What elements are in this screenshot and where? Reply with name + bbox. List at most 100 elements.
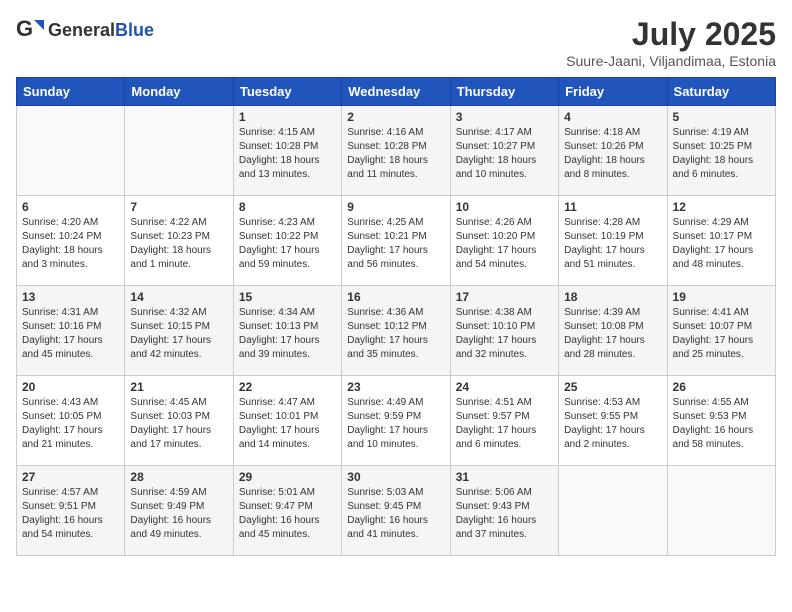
calendar-cell: 15Sunrise: 4:34 AMSunset: 10:13 PMDaylig… <box>233 286 341 376</box>
calendar-week-row: 27 Sunrise: 4:57 AMSunset: 9:51 PMDayligh… <box>17 466 776 556</box>
day-detail: Sunrise: 5:01 AMSunset: 9:47 PMDaylight:… <box>239 486 336 542</box>
day-detail: Sunrise: 5:03 AMSunset: 9:45 PMDaylight:… <box>347 486 444 542</box>
calendar-cell: 25 Sunrise: 4:53 AMSunset: 9:55 PMDayligh… <box>559 376 667 466</box>
calendar-cell: 14Sunrise: 4:32 AMSunset: 10:15 PMDaylig… <box>125 286 233 376</box>
day-number: 22 <box>239 380 336 394</box>
calendar-cell: 28 Sunrise: 4:59 AMSunset: 9:49 PMDayligh… <box>125 466 233 556</box>
calendar-cell: 16 Sunrise: 4:36 AMSunset: 10:12 PMDaylig… <box>342 286 450 376</box>
day-number: 2 <box>347 110 444 124</box>
day-of-week-header: Friday <box>559 78 667 106</box>
calendar-cell: 23 Sunrise: 4:49 AMSunset: 9:59 PMDayligh… <box>342 376 450 466</box>
day-detail: Sunrise: 4:39 AMSunset: 10:08 PMDaylight… <box>564 306 661 362</box>
day-detail: Sunrise: 5:06 AMSunset: 9:43 PMDaylight:… <box>456 486 553 542</box>
day-number: 6 <box>22 200 119 214</box>
day-number: 9 <box>347 200 444 214</box>
day-of-week-header: Tuesday <box>233 78 341 106</box>
calendar-week-row: 20 Sunrise: 4:43 AMSunset: 10:05 PMDaylig… <box>17 376 776 466</box>
calendar-week-row: 1Sunrise: 4:15 AMSunset: 10:28 PMDayligh… <box>17 106 776 196</box>
month-year-title: July 2025 <box>566 16 776 53</box>
calendar-cell: 13 Sunrise: 4:31 AMSunset: 10:16 PMDaylig… <box>17 286 125 376</box>
day-detail: Sunrise: 4:43 AMSunset: 10:05 PMDaylight… <box>22 396 119 452</box>
logo: G GeneralBlue <box>16 16 154 44</box>
calendar-cell <box>125 106 233 196</box>
day-number: 11 <box>564 200 661 214</box>
day-number: 24 <box>456 380 553 394</box>
calendar-cell <box>17 106 125 196</box>
calendar-cell: 27 Sunrise: 4:57 AMSunset: 9:51 PMDayligh… <box>17 466 125 556</box>
calendar-week-row: 13 Sunrise: 4:31 AMSunset: 10:16 PMDaylig… <box>17 286 776 376</box>
day-number: 5 <box>673 110 770 124</box>
day-detail: Sunrise: 4:17 AMSunset: 10:27 PMDaylight… <box>456 126 553 182</box>
calendar-cell: 10Sunrise: 4:26 AMSunset: 10:20 PMDaylig… <box>450 196 558 286</box>
day-of-week-header: Wednesday <box>342 78 450 106</box>
day-number: 12 <box>673 200 770 214</box>
day-detail: Sunrise: 4:31 AMSunset: 10:16 PMDaylight… <box>22 306 119 362</box>
day-detail: Sunrise: 4:53 AMSunset: 9:55 PMDaylight:… <box>564 396 661 452</box>
day-number: 3 <box>456 110 553 124</box>
day-number: 25 <box>564 380 661 394</box>
day-number: 26 <box>673 380 770 394</box>
calendar-cell: 5 Sunrise: 4:19 AMSunset: 10:25 PMDayligh… <box>667 106 775 196</box>
day-number: 20 <box>22 380 119 394</box>
calendar-cell: 26Sunrise: 4:55 AMSunset: 9:53 PMDayligh… <box>667 376 775 466</box>
day-detail: Sunrise: 4:16 AMSunset: 10:28 PMDaylight… <box>347 126 444 182</box>
day-of-week-header: Sunday <box>17 78 125 106</box>
day-number: 27 <box>22 470 119 484</box>
calendar-cell: 24 Sunrise: 4:51 AMSunset: 9:57 PMDayligh… <box>450 376 558 466</box>
calendar-header: SundayMondayTuesdayWednesdayThursdayFrid… <box>17 78 776 106</box>
day-number: 13 <box>22 290 119 304</box>
day-number: 29 <box>239 470 336 484</box>
day-detail: Sunrise: 4:41 AMSunset: 10:07 PMDaylight… <box>673 306 770 362</box>
day-detail: Sunrise: 4:57 AMSunset: 9:51 PMDaylight:… <box>22 486 119 542</box>
calendar-cell: 8 Sunrise: 4:23 AMSunset: 10:22 PMDayligh… <box>233 196 341 286</box>
calendar-cell: 1Sunrise: 4:15 AMSunset: 10:28 PMDayligh… <box>233 106 341 196</box>
day-detail: Sunrise: 4:23 AMSunset: 10:22 PMDaylight… <box>239 216 336 272</box>
svg-text:G: G <box>16 16 33 41</box>
day-detail: Sunrise: 4:51 AMSunset: 9:57 PMDaylight:… <box>456 396 553 452</box>
calendar-cell: 30Sunrise: 5:03 AMSunset: 9:45 PMDayligh… <box>342 466 450 556</box>
header-row: SundayMondayTuesdayWednesdayThursdayFrid… <box>17 78 776 106</box>
calendar-cell: 31 Sunrise: 5:06 AMSunset: 9:43 PMDayligh… <box>450 466 558 556</box>
day-number: 18 <box>564 290 661 304</box>
day-number: 21 <box>130 380 227 394</box>
day-detail: Sunrise: 4:22 AMSunset: 10:23 PMDaylight… <box>130 216 227 272</box>
calendar-cell: 6 Sunrise: 4:20 AMSunset: 10:24 PMDayligh… <box>17 196 125 286</box>
day-number: 31 <box>456 470 553 484</box>
calendar-cell: 7Sunrise: 4:22 AMSunset: 10:23 PMDayligh… <box>125 196 233 286</box>
day-number: 28 <box>130 470 227 484</box>
day-number: 4 <box>564 110 661 124</box>
calendar-cell: 2 Sunrise: 4:16 AMSunset: 10:28 PMDayligh… <box>342 106 450 196</box>
calendar-body: 1Sunrise: 4:15 AMSunset: 10:28 PMDayligh… <box>17 106 776 556</box>
day-number: 10 <box>456 200 553 214</box>
day-number: 19 <box>673 290 770 304</box>
day-detail: Sunrise: 4:49 AMSunset: 9:59 PMDaylight:… <box>347 396 444 452</box>
day-number: 15 <box>239 290 336 304</box>
day-detail: Sunrise: 4:32 AMSunset: 10:15 PMDaylight… <box>130 306 227 362</box>
day-detail: Sunrise: 4:28 AMSunset: 10:19 PMDaylight… <box>564 216 661 272</box>
page-header: G GeneralBlue July 2025 Suure-Jaani, Vil… <box>16 16 776 69</box>
day-detail: Sunrise: 4:59 AMSunset: 9:49 PMDaylight:… <box>130 486 227 542</box>
calendar-cell: 18 Sunrise: 4:39 AMSunset: 10:08 PMDaylig… <box>559 286 667 376</box>
day-detail: Sunrise: 4:19 AMSunset: 10:25 PMDaylight… <box>673 126 770 182</box>
day-detail: Sunrise: 4:47 AMSunset: 10:01 PMDaylight… <box>239 396 336 452</box>
calendar-cell: 17Sunrise: 4:38 AMSunset: 10:10 PMDaylig… <box>450 286 558 376</box>
day-number: 17 <box>456 290 553 304</box>
day-detail: Sunrise: 4:29 AMSunset: 10:17 PMDaylight… <box>673 216 770 272</box>
calendar-cell <box>667 466 775 556</box>
calendar-cell: 12 Sunrise: 4:29 AMSunset: 10:17 PMDaylig… <box>667 196 775 286</box>
day-detail: Sunrise: 4:36 AMSunset: 10:12 PMDaylight… <box>347 306 444 362</box>
logo-blue-text: Blue <box>115 20 154 40</box>
day-detail: Sunrise: 4:20 AMSunset: 10:24 PMDaylight… <box>22 216 119 272</box>
calendar-cell: 3 Sunrise: 4:17 AMSunset: 10:27 PMDayligh… <box>450 106 558 196</box>
calendar-table: SundayMondayTuesdayWednesdayThursdayFrid… <box>16 77 776 556</box>
day-number: 23 <box>347 380 444 394</box>
calendar-cell <box>559 466 667 556</box>
day-detail: Sunrise: 4:15 AMSunset: 10:28 PMDaylight… <box>239 126 336 182</box>
day-number: 8 <box>239 200 336 214</box>
calendar-cell: 22 Sunrise: 4:47 AMSunset: 10:01 PMDaylig… <box>233 376 341 466</box>
day-number: 16 <box>347 290 444 304</box>
calendar-week-row: 6 Sunrise: 4:20 AMSunset: 10:24 PMDayligh… <box>17 196 776 286</box>
logo-general-text: General <box>48 20 115 40</box>
calendar-cell: 9Sunrise: 4:25 AMSunset: 10:21 PMDayligh… <box>342 196 450 286</box>
title-block: July 2025 Suure-Jaani, Viljandimaa, Esto… <box>566 16 776 69</box>
